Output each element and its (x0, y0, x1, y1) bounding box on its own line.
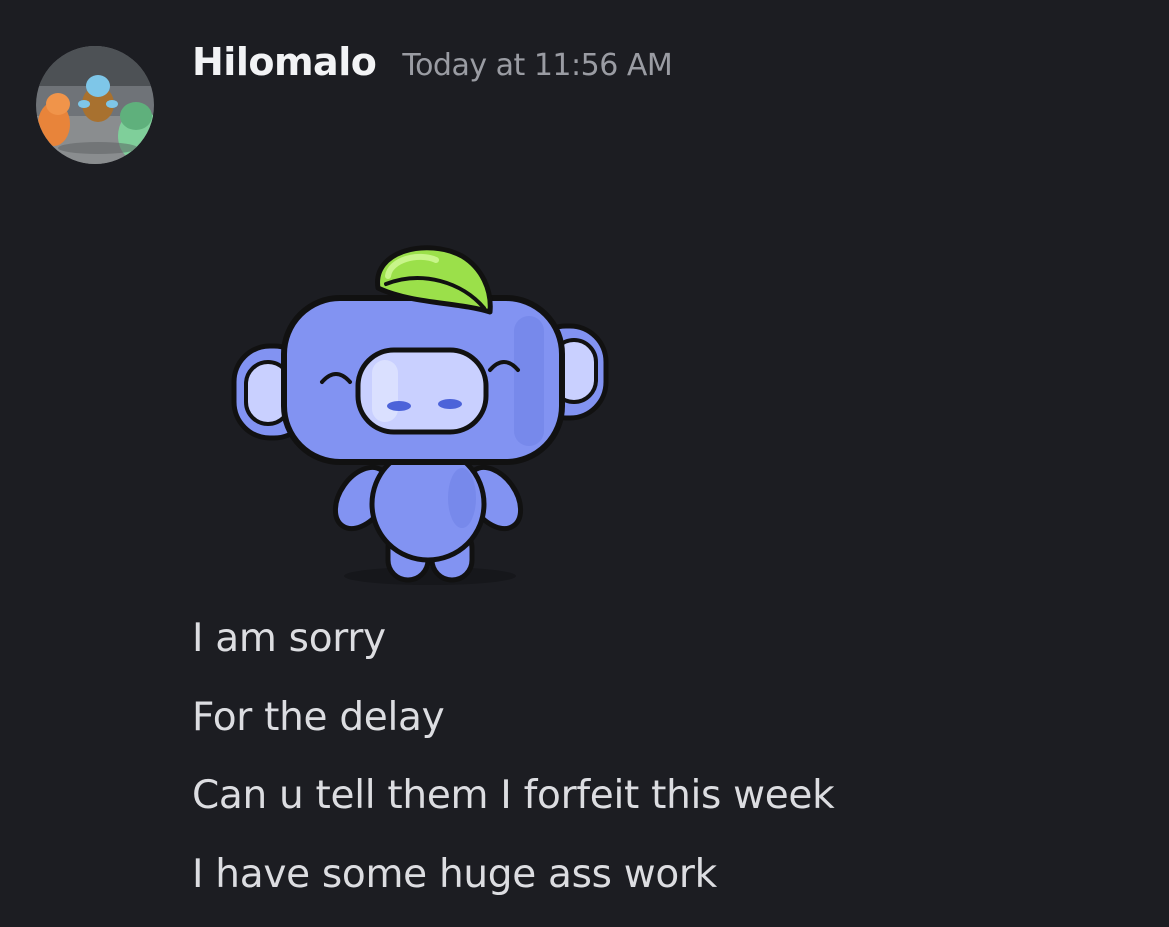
message-header: Hilomalo Today at 11:56 AM (192, 40, 673, 100)
timestamp: Today at 11:56 AM (402, 48, 673, 83)
message-line: I am sorry (192, 616, 386, 661)
user-avatar[interactable] (36, 46, 154, 164)
wumpus-leaf-icon (231, 245, 609, 585)
avatar-image (36, 46, 154, 164)
message-line: Can u tell them I forfeit this week (192, 773, 835, 818)
chat-message: Hilomalo Today at 11:56 AM I am sorry Fo… (0, 0, 1169, 927)
message-content: I am sorry For the delay Can u tell them… (192, 612, 835, 926)
username[interactable]: Hilomalo (192, 40, 377, 84)
message-line: For the delay (192, 694, 445, 740)
wumpus-sticker[interactable] (222, 236, 622, 596)
message-line: I have some huge ass work (192, 851, 717, 897)
